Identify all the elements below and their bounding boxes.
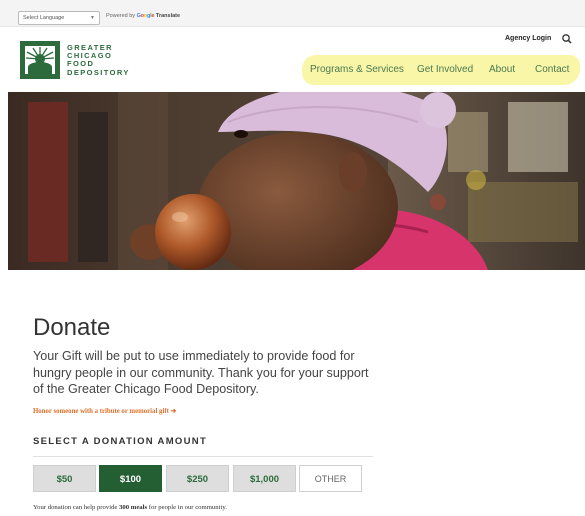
hero-image [8, 92, 585, 270]
divider [33, 456, 373, 457]
amount-button-other[interactable]: OTHER [299, 465, 362, 492]
nav-get-involved[interactable]: Get Involved [417, 64, 473, 75]
powered-by-google-translate: Powered by Google Translate [106, 13, 180, 19]
tribute-gift-link[interactable]: Honor someone with a tribute or memorial… [33, 407, 176, 415]
search-button[interactable] [557, 30, 577, 48]
amount-button-1000[interactable]: $1,000 [233, 465, 296, 492]
nav-about[interactable]: About [489, 64, 515, 75]
translate-label: Translate [155, 13, 181, 19]
language-select-label: Select Language [23, 15, 65, 21]
meals-count: 300 meals [119, 504, 148, 511]
donation-amount-heading: SELECT A DONATION AMOUNT [33, 436, 208, 447]
amount-button-250[interactable]: $250 [166, 465, 229, 492]
nav-contact[interactable]: Contact [535, 64, 569, 75]
language-select[interactable]: Select Language ▼ [18, 11, 100, 25]
amount-button-50[interactable]: $50 [33, 465, 96, 492]
chevron-down-icon: ▼ [90, 15, 95, 21]
translate-bar: Select Language ▼ Powered by Google Tran… [0, 0, 585, 27]
google-logo: Google [136, 13, 155, 19]
search-icon [562, 34, 572, 44]
page-title: Donate [33, 314, 111, 341]
powered-by-label: Powered by [106, 13, 136, 19]
nav-programs-services[interactable]: Programs & Services [310, 64, 404, 75]
meals-impact-note: Your donation can help provide 300 meals… [33, 504, 227, 511]
amount-button-100[interactable]: $100 [99, 465, 162, 492]
logo-icon[interactable] [20, 41, 60, 79]
agency-login-link[interactable]: Agency Login [505, 35, 551, 42]
logo-text[interactable]: GREATER CHICAGO FOOD DEPOSITORY [67, 43, 130, 77]
intro-text: Your Gift will be put to use immediately… [33, 349, 369, 396]
